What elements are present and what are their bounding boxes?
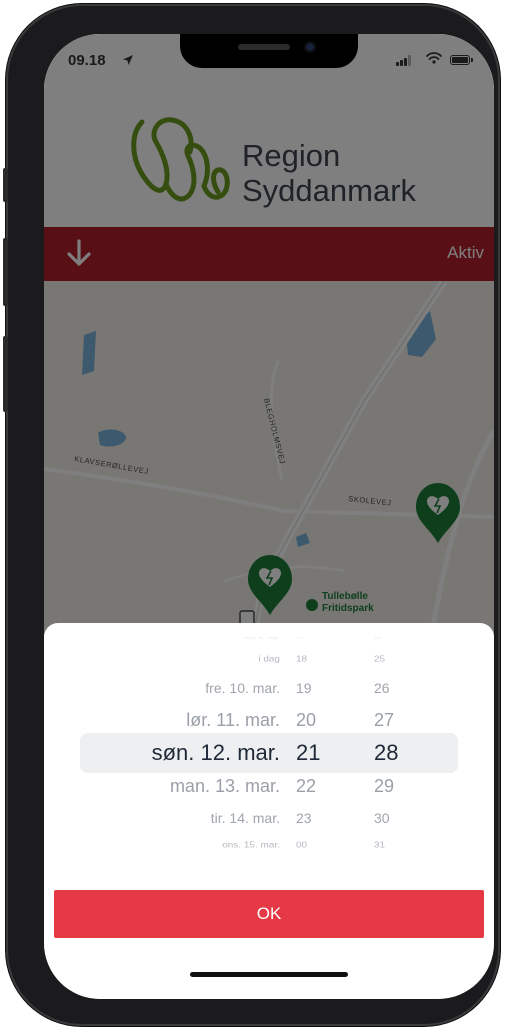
mute-switch xyxy=(3,168,8,202)
earpiece-speaker xyxy=(238,44,290,50)
picker-date-option[interactable]: fre. 10. mar. xyxy=(205,681,280,695)
volume-up-button xyxy=(3,238,8,306)
volume-down-button xyxy=(3,336,8,412)
picker-date-option[interactable]: ons. 8. mar. xyxy=(243,637,280,639)
front-camera xyxy=(304,41,316,53)
picker-minute-option[interactable]: 27 xyxy=(374,711,394,729)
minute-column[interactable]: 242526272829303132 xyxy=(374,637,418,865)
phone-frame: Region Syddanmark Aktiv xyxy=(3,4,500,1026)
picker-date-option[interactable]: tir. 14. mar. xyxy=(211,811,280,825)
picker-hour-option[interactable]: 21 xyxy=(296,742,320,764)
picker-minute-option[interactable]: 24 xyxy=(374,637,382,639)
picker-date-option[interactable]: ons. 15. mar. xyxy=(222,842,280,850)
picker-hour-option[interactable]: 19 xyxy=(296,681,312,695)
notch xyxy=(180,34,358,68)
date-time-picker[interactable]: ons. 8. mar. i dag fre. 10. mar. lør. 11. m… xyxy=(44,637,494,865)
ok-button[interactable]: OK xyxy=(54,890,484,938)
picker-minute-option[interactable]: 29 xyxy=(374,777,394,795)
wifi-icon xyxy=(426,52,442,64)
picker-minute-option[interactable]: 31 xyxy=(374,842,385,850)
picker-date-option[interactable]: søn. 12. mar. xyxy=(152,742,280,764)
picker-date-option[interactable]: man. 13. mar. xyxy=(170,777,280,795)
picker-hour-option[interactable]: 18 xyxy=(296,656,307,664)
picker-hour-option[interactable]: 00 xyxy=(296,842,307,850)
phone-screen: Region Syddanmark Aktiv xyxy=(44,34,494,999)
location-arrow-icon xyxy=(123,55,133,65)
picker-minute-option[interactable]: 28 xyxy=(374,742,398,764)
cellular-signal-icon xyxy=(396,55,414,66)
home-indicator[interactable] xyxy=(190,972,348,977)
picker-hour-option[interactable]: 22 xyxy=(296,777,316,795)
battery-icon xyxy=(450,55,473,65)
date-time-picker-sheet: ons. 8. mar. i dag fre. 10. mar. lør. 11. m… xyxy=(44,623,494,999)
date-column[interactable]: ons. 8. mar. i dag fre. 10. mar. lør. 11. m… xyxy=(44,637,280,865)
picker-minute-option[interactable]: 30 xyxy=(374,811,390,825)
picker-minute-option[interactable]: 26 xyxy=(374,681,390,695)
picker-minute-option[interactable]: 25 xyxy=(374,656,385,664)
picker-date-option[interactable]: i dag xyxy=(258,656,280,664)
clock: 09.18 xyxy=(68,52,106,69)
picker-hour-option[interactable]: 17 xyxy=(296,637,304,639)
hour-column[interactable]: 171819202122230001 xyxy=(296,637,340,865)
picker-hour-option[interactable]: 23 xyxy=(296,811,312,825)
picker-date-option[interactable]: lør. 11. mar. xyxy=(186,711,280,729)
picker-hour-option[interactable]: 20 xyxy=(296,711,316,729)
